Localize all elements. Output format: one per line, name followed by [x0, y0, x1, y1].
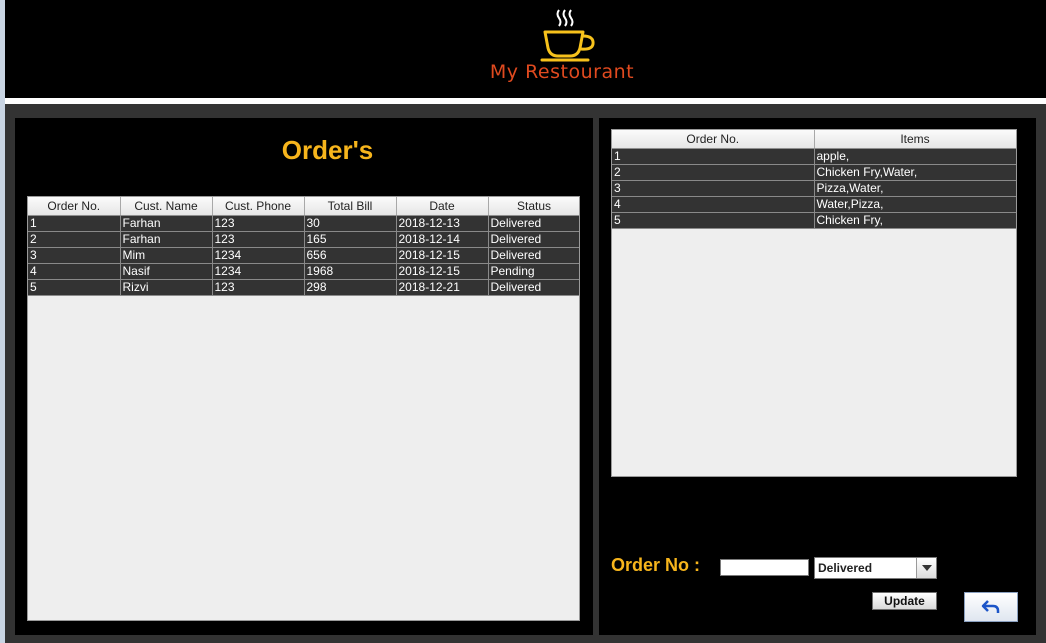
dropdown-arrow-button[interactable] [916, 558, 936, 578]
table-cell[interactable]: 2 [28, 231, 121, 248]
table-cell[interactable]: 298 [304, 279, 397, 296]
table-cell[interactable]: Delivered [488, 247, 579, 264]
order-no-label: Order No : [611, 555, 701, 575]
table-cell[interactable]: Mim [120, 247, 213, 264]
items-table-header: Order No. Items [612, 130, 1016, 149]
table-row[interactable]: 3 Pizza,Water, [612, 180, 1016, 197]
page-title: Order's [281, 135, 374, 165]
column-header-order-no[interactable]: Order No. [28, 197, 121, 216]
brand-name: My Restourant [489, 61, 635, 83]
table-cell[interactable]: 3 [28, 247, 121, 264]
coffee-cup-icon [540, 9, 595, 62]
table-cell[interactable]: Pending [488, 263, 579, 280]
table-row[interactable]: 1 Farhan 123 30 2018-12-13 Delivered [28, 215, 579, 232]
table-cell[interactable]: 30 [304, 215, 397, 232]
table-cell[interactable]: 2018-12-14 [396, 231, 489, 248]
table-cell[interactable]: 1 [612, 148, 815, 165]
table-cell[interactable]: 1968 [304, 263, 397, 280]
table-cell[interactable]: Pizza,Water, [814, 180, 1016, 197]
table-cell[interactable]: 5 [28, 279, 121, 296]
table-cell[interactable]: Delivered [488, 215, 579, 232]
column-header-total-bill[interactable]: Total Bill [304, 197, 397, 216]
order-no-input[interactable] [720, 559, 809, 576]
table-cell[interactable]: Farhan [120, 215, 213, 232]
column-header-date[interactable]: Date [396, 197, 489, 216]
table-row[interactable]: 4 Nasif 1234 1968 2018-12-15 Pending [28, 263, 579, 280]
table-cell[interactable]: 5 [612, 212, 815, 229]
table-cell[interactable]: 1234 [212, 263, 305, 280]
table-cell[interactable]: 2018-12-15 [396, 247, 489, 264]
table-row[interactable]: 5 Chicken Fry, [612, 212, 1016, 229]
table-row[interactable]: 3 Mim 1234 656 2018-12-15 Delivered [28, 247, 579, 264]
table-cell[interactable]: 656 [304, 247, 397, 264]
table-cell[interactable]: Delivered [488, 279, 579, 296]
table-cell[interactable]: 2018-12-21 [396, 279, 489, 296]
app-header: My Restourant [5, 0, 1046, 98]
table-cell[interactable]: Rizvi [120, 279, 213, 296]
undo-arrow-icon [981, 600, 1000, 613]
table-cell[interactable]: Farhan [120, 231, 213, 248]
column-header-order-no[interactable]: Order No. [612, 130, 815, 149]
table-cell[interactable]: 123 [212, 215, 305, 232]
column-header-cust-name[interactable]: Cust. Name [120, 197, 213, 216]
orders-table[interactable]: Order No. Cust. Name Cust. Phone Total B… [27, 196, 580, 621]
status-selected-value: Delivered [818, 561, 873, 575]
table-cell[interactable]: 165 [304, 231, 397, 248]
chevron-down-icon [921, 565, 932, 571]
status-dropdown[interactable]: Delivered [814, 557, 937, 579]
table-row[interactable]: 2 Chicken Fry,Water, [612, 164, 1016, 181]
table-row[interactable]: 2 Farhan 123 165 2018-12-14 Delivered [28, 231, 579, 248]
table-cell[interactable]: 2 [612, 164, 815, 181]
table-row[interactable]: 1 apple, [612, 148, 1016, 165]
back-button[interactable] [964, 592, 1018, 622]
table-cell[interactable]: 4 [28, 263, 121, 280]
update-button[interactable]: Update [872, 592, 937, 610]
table-cell[interactable]: 123 [212, 279, 305, 296]
table-cell[interactable]: 2018-12-15 [396, 263, 489, 280]
column-header-items[interactable]: Items [814, 130, 1016, 149]
table-cell[interactable]: Water,Pizza, [814, 196, 1016, 213]
table-cell[interactable]: apple, [814, 148, 1016, 165]
column-header-status[interactable]: Status [488, 197, 579, 216]
orders-table-header: Order No. Cust. Name Cust. Phone Total B… [28, 197, 579, 216]
table-cell[interactable]: Chicken Fry, [814, 212, 1016, 229]
table-cell[interactable]: 4 [612, 196, 815, 213]
table-cell[interactable]: Nasif [120, 263, 213, 280]
column-header-cust-phone[interactable]: Cust. Phone [212, 197, 305, 216]
table-cell[interactable]: 1 [28, 215, 121, 232]
table-cell[interactable]: 123 [212, 231, 305, 248]
table-cell[interactable]: Chicken Fry,Water, [814, 164, 1016, 181]
table-row[interactable]: 4 Water,Pizza, [612, 196, 1016, 213]
table-cell[interactable]: 1234 [212, 247, 305, 264]
table-cell[interactable]: 2018-12-13 [396, 215, 489, 232]
table-cell[interactable]: 3 [612, 180, 815, 197]
table-row[interactable]: 5 Rizvi 123 298 2018-12-21 Delivered [28, 279, 579, 296]
order-items-table[interactable]: Order No. Items 1 apple, 2 Chicken Fry,W… [611, 129, 1017, 477]
table-cell[interactable]: Delivered [488, 231, 579, 248]
